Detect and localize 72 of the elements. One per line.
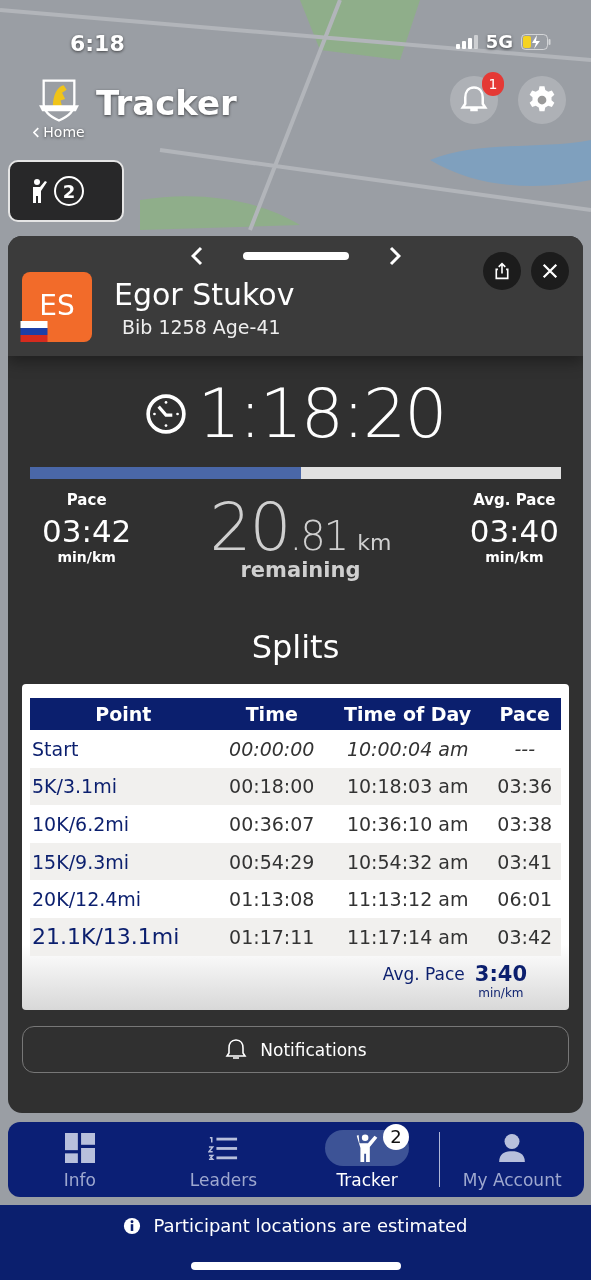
page-title: Tracker bbox=[96, 83, 238, 123]
stat-unit: min/km bbox=[485, 549, 544, 565]
split-point: Start bbox=[30, 730, 217, 768]
notifications-button[interactable]: Notifications bbox=[22, 1026, 569, 1073]
table-cell: 06:01 bbox=[488, 880, 561, 918]
stat-value: 03:42 bbox=[42, 513, 132, 549]
table-cell: 00:00:00 bbox=[216, 730, 327, 768]
close-button[interactable] bbox=[531, 252, 569, 290]
flag-icon bbox=[20, 321, 48, 342]
battery-icon bbox=[521, 33, 551, 50]
tracked-runners-button[interactable]: 2 bbox=[8, 160, 124, 222]
tab[interactable]: 2 Tracker bbox=[295, 1122, 439, 1197]
table-cell: 01:13:08 bbox=[216, 880, 327, 918]
column-header: Pace bbox=[488, 698, 561, 730]
table-cell: 03:42 bbox=[488, 917, 561, 956]
drag-handle[interactable] bbox=[242, 252, 349, 260]
avg-pace-value: 3:40 bbox=[474, 961, 527, 986]
tab[interactable]: Info bbox=[8, 1122, 152, 1197]
tab[interactable]: My Account bbox=[440, 1122, 584, 1197]
tab[interactable]: Leaders bbox=[151, 1122, 296, 1197]
settings-button[interactable] bbox=[518, 76, 566, 124]
runner-name: Egor Stukov bbox=[114, 276, 295, 312]
signal-icon bbox=[455, 34, 478, 49]
elapsed-time: 1:18:20 bbox=[197, 374, 446, 453]
stopwatch-icon bbox=[145, 392, 188, 435]
person-icon bbox=[497, 1132, 528, 1163]
table-cell: 00:18:00 bbox=[216, 767, 327, 806]
share-icon bbox=[493, 262, 511, 280]
avg-pace-label: Avg. Pace bbox=[382, 963, 465, 984]
table-cell: 10:18:03 am bbox=[326, 767, 489, 806]
distance-unit: km bbox=[357, 530, 392, 555]
table-cell: 01:17:11 bbox=[216, 917, 327, 956]
table-cell: --- bbox=[488, 730, 561, 768]
column-header: Time bbox=[216, 698, 327, 730]
table-cell: 11:17:14 am bbox=[326, 917, 489, 956]
split-point: 15K/9.3mi bbox=[30, 842, 217, 881]
table-cell: 10:36:10 am bbox=[326, 805, 489, 843]
stat-value: 03:40 bbox=[469, 513, 559, 549]
splits-title: Splits bbox=[250, 628, 341, 666]
tab-badge: 2 bbox=[383, 1123, 410, 1150]
avatar-initials: ES bbox=[39, 288, 75, 322]
footer-notice: Participant locations are estimated bbox=[153, 1215, 468, 1236]
bell-icon bbox=[224, 1037, 249, 1062]
share-button[interactable] bbox=[483, 252, 521, 290]
table-cell: 11:13:12 am bbox=[326, 880, 489, 918]
split-point: 10K/6.2mi bbox=[30, 805, 217, 843]
chevron-right-icon[interactable] bbox=[388, 246, 401, 266]
stat-label: Pace bbox=[66, 491, 107, 509]
table-cell: 10:00:04 am bbox=[326, 730, 489, 768]
info-icon bbox=[123, 1216, 142, 1235]
table-cell: 00:36:07 bbox=[216, 805, 327, 843]
split-point: 21.1K/13.1mi bbox=[30, 917, 217, 956]
table-cell: 03:41 bbox=[488, 842, 561, 881]
chevron-left-icon bbox=[33, 126, 41, 138]
stat-label: Avg. Pace bbox=[473, 491, 556, 509]
table-cell: 03:36 bbox=[488, 767, 561, 806]
status-time: 6:18 bbox=[70, 31, 125, 56]
network-type: 5G bbox=[485, 31, 513, 52]
split-point: 5K/3.1mi bbox=[30, 767, 217, 806]
table-cell: 03:38 bbox=[488, 805, 561, 843]
close-icon bbox=[541, 262, 559, 280]
chevron-left-icon[interactable] bbox=[190, 246, 203, 266]
avg-pace-unit: min/km bbox=[478, 985, 524, 1000]
runner-details: Bib 1258 Age-41 bbox=[122, 315, 282, 338]
grid-icon bbox=[64, 1132, 95, 1163]
stat-unit: min/km bbox=[57, 549, 116, 565]
table-cell: 00:54:29 bbox=[216, 842, 327, 881]
table-cell: 10:54:32 am bbox=[326, 842, 489, 881]
column-header: Point bbox=[30, 698, 217, 730]
split-point: 20K/12.4mi bbox=[30, 880, 217, 918]
column-header: Time of Day bbox=[326, 698, 489, 730]
shield-logo-icon[interactable] bbox=[36, 76, 82, 122]
